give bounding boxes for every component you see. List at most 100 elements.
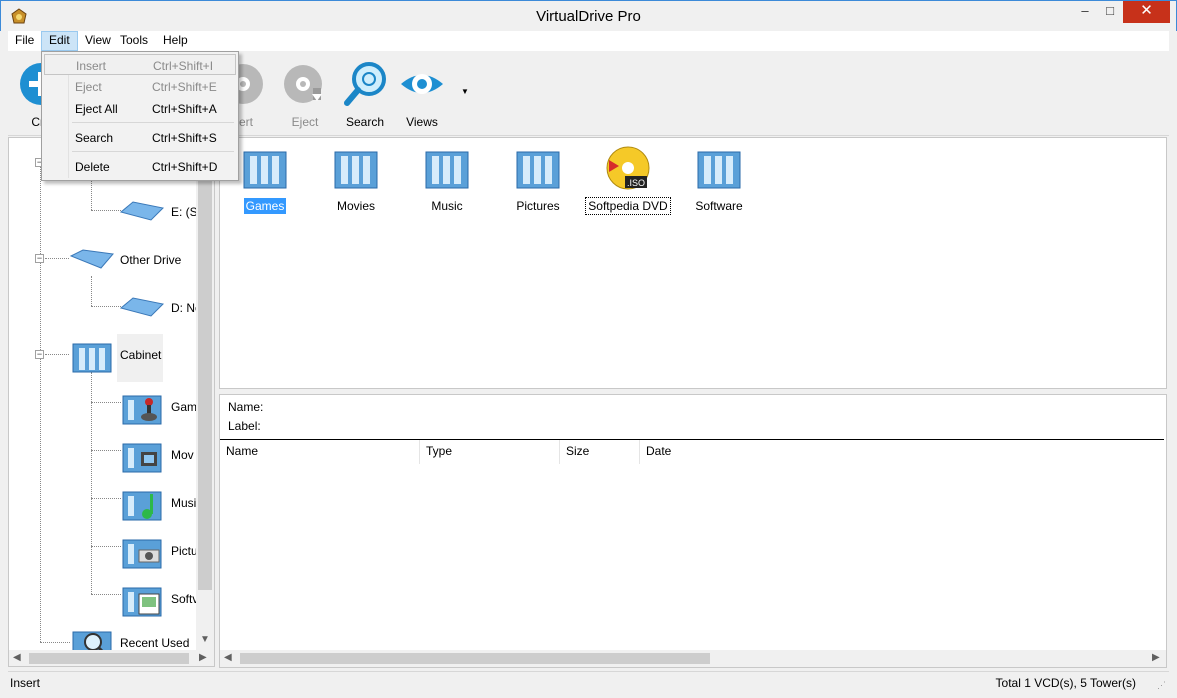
eject-label: Eject xyxy=(291,115,319,129)
disc-eject-icon xyxy=(284,65,322,103)
item-label: Games xyxy=(243,198,287,214)
search-label: Search xyxy=(345,115,385,129)
label-label: Label: xyxy=(228,419,261,433)
tree-line xyxy=(91,594,121,595)
maximize-button[interactable]: □ xyxy=(1097,1,1123,23)
views-button[interactable]: Views xyxy=(391,61,453,135)
status-text: Insert xyxy=(10,676,41,690)
item-label: Music xyxy=(431,199,463,213)
item-softpedia-dvd[interactable]: .ISO Softpedia DVD xyxy=(585,146,671,215)
tree-line xyxy=(91,276,92,306)
detail-pane: Name: Label: Name Type Size Date ◀ ▶ xyxy=(219,394,1167,668)
tree-line xyxy=(91,498,121,499)
iso-disc-icon: .ISO xyxy=(606,146,650,190)
list-header: Name Type Size Date xyxy=(220,439,1164,464)
tree-line xyxy=(40,642,70,643)
menu-item-label: Search xyxy=(75,131,114,145)
item-label: Pictures xyxy=(516,199,560,213)
tree-scroll-thumb[interactable] xyxy=(198,138,212,590)
menu-edit[interactable]: Edit xyxy=(41,31,78,51)
item-pictures[interactable]: Pictures xyxy=(496,146,580,214)
tree-vertical-scrollbar[interactable]: ▼ xyxy=(196,138,214,650)
tree-item-games[interactable]: Gam xyxy=(119,390,199,426)
games-tower-icon xyxy=(122,395,162,425)
item-software[interactable]: Software xyxy=(677,146,761,214)
menu-file[interactable]: File xyxy=(8,31,41,51)
tree-label: Musi xyxy=(171,496,197,510)
tree-horizontal-scrollbar[interactable]: ◀ ▶ xyxy=(9,650,214,666)
collapse-toggle[interactable]: − xyxy=(35,254,44,263)
column-type[interactable]: Type xyxy=(420,440,560,464)
tree-item-cabinet[interactable]: Cabinet xyxy=(69,334,169,382)
column-size[interactable]: Size xyxy=(560,440,640,464)
tree-item-drive-d[interactable]: D: Ne xyxy=(119,294,202,318)
menu-item-insert[interactable]: Insert Ctrl+Shift+I xyxy=(44,54,236,75)
tree-item-movies[interactable]: Mov xyxy=(119,438,199,474)
tree-item-pictures[interactable]: Pictu xyxy=(119,534,199,570)
item-label: Software xyxy=(695,199,743,213)
column-name[interactable]: Name xyxy=(220,440,420,464)
menu-item-eject-all[interactable]: Eject All Ctrl+Shift+A xyxy=(44,98,236,119)
collapse-toggle[interactable]: − xyxy=(35,350,44,359)
menu-view[interactable]: View xyxy=(78,31,118,51)
tree-line xyxy=(45,354,69,355)
menu-item-delete[interactable]: Delete Ctrl+Shift+D xyxy=(44,156,236,177)
edit-menu-dropdown: Insert Ctrl+Shift+I Eject Ctrl+Shift+E E… xyxy=(41,51,239,181)
svg-text:.ISO: .ISO xyxy=(627,178,645,188)
software-tower-icon xyxy=(122,587,162,617)
tree-line xyxy=(45,258,69,259)
item-music[interactable]: Music xyxy=(405,146,489,214)
tree-label: Other Drive xyxy=(120,253,182,267)
tree-label: Pictu xyxy=(171,544,198,558)
menu-item-label: Eject All xyxy=(75,102,118,116)
detail-hscroll-thumb[interactable] xyxy=(240,653,710,664)
scroll-left-arrow[interactable]: ◀ xyxy=(224,652,232,663)
status-summary: Total 1 VCD(s), 5 Tower(s) xyxy=(995,676,1136,690)
views-dropdown-arrow[interactable]: ▼ xyxy=(461,87,469,96)
menu-item-shortcut: Ctrl+Shift+E xyxy=(152,80,217,94)
scroll-right-arrow[interactable]: ▶ xyxy=(1152,652,1160,663)
scroll-left-arrow[interactable]: ◀ xyxy=(13,652,21,663)
drive-icon xyxy=(119,297,165,317)
detail-horizontal-scrollbar[interactable]: ◀ ▶ xyxy=(220,650,1166,667)
tree-item-music[interactable]: Musi xyxy=(119,486,199,522)
drive-icon xyxy=(69,249,114,269)
menu-item-eject[interactable]: Eject Ctrl+Shift+E xyxy=(44,76,236,97)
menu-item-label: Insert xyxy=(76,59,107,73)
tree-line xyxy=(91,306,121,307)
menu-bar: File Edit View Tools Help xyxy=(8,31,1169,51)
cabinet-icon xyxy=(72,343,112,373)
menu-item-shortcut: Ctrl+Shift+D xyxy=(152,160,218,174)
resize-grip-icon[interactable]: ⋰ xyxy=(1157,680,1166,691)
menu-help[interactable]: Help xyxy=(156,31,195,51)
views-label: Views xyxy=(406,115,438,129)
menu-item-label: Eject xyxy=(75,80,102,94)
pictures-tower-icon xyxy=(122,539,162,569)
drive-icon xyxy=(119,201,165,221)
menu-tools[interactable]: Tools xyxy=(113,31,155,51)
tree-hscroll-thumb[interactable] xyxy=(29,653,189,664)
status-bar: Insert Total 1 VCD(s), 5 Tower(s) ⋰ xyxy=(8,671,1169,693)
tree-pane: − − − E: (So Other Drive D: Ne Cabinet G… xyxy=(8,137,215,667)
close-button[interactable]: ✕ xyxy=(1123,1,1170,23)
tree-label: Gam xyxy=(171,400,198,414)
item-movies[interactable]: Movies xyxy=(314,146,398,214)
name-label: Name: xyxy=(228,400,264,414)
column-date[interactable]: Date xyxy=(640,440,1164,464)
tower-icon xyxy=(334,151,378,189)
search-button[interactable]: Search xyxy=(334,61,396,135)
scroll-right-arrow[interactable]: ▶ xyxy=(199,652,207,663)
minimize-button[interactable]: – xyxy=(1073,1,1097,23)
tree-line xyxy=(91,450,121,451)
tree-item-software[interactable]: Softv xyxy=(119,582,199,618)
tree-label: Cabinet xyxy=(120,348,162,362)
menu-item-label: Delete xyxy=(75,160,110,174)
eject-button[interactable]: Eject xyxy=(274,61,336,135)
tower-icon xyxy=(516,151,560,189)
tree-item-drive-e[interactable]: E: (So xyxy=(119,198,204,222)
menu-item-search[interactable]: Search Ctrl+Shift+S xyxy=(44,127,236,148)
tower-icon xyxy=(425,151,469,189)
tree-item-other-drive[interactable]: Other Drive xyxy=(69,246,194,270)
magnifier-icon xyxy=(344,62,386,106)
scroll-down-arrow[interactable]: ▼ xyxy=(198,634,212,645)
